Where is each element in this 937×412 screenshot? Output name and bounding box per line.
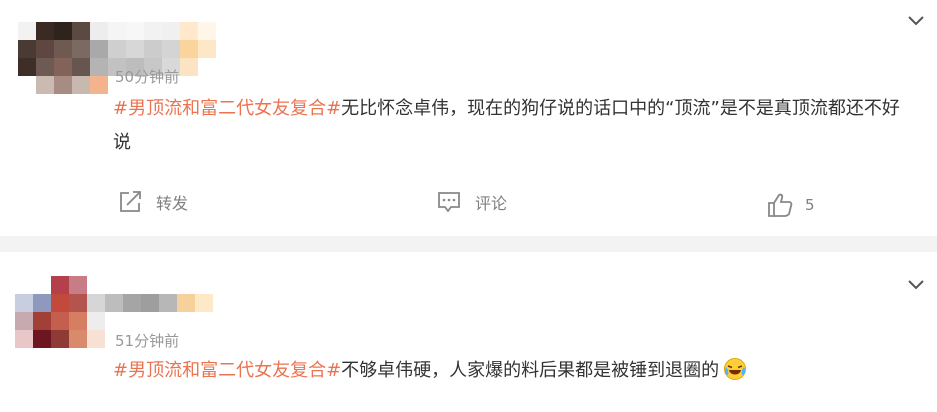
avatar[interactable] xyxy=(15,276,213,348)
post-time: 50分钟前 xyxy=(115,68,180,86)
action-bar: 转发 评论 5 xyxy=(0,188,937,220)
topic-link[interactable]: #男顶流和富二代女友复合# xyxy=(113,360,341,381)
separator xyxy=(0,236,937,252)
repost-label: 转发 xyxy=(156,194,189,213)
comment-card: 51分钟前 #男顶流和富二代女友复合#不够卓伟硬，人家爆的料后果都是被锤到退圈的 xyxy=(0,252,937,412)
comment-body: 不够卓伟硬，人家爆的料后果都是被锤到退圈的 xyxy=(341,360,720,381)
comment-text: #男顶流和富二代女友复合#不够卓伟硬，人家爆的料后果都是被锤到退圈的 xyxy=(113,354,913,393)
like-count: 5 xyxy=(805,196,815,214)
comment-label: 评论 xyxy=(475,194,508,213)
comment-card: 50分钟前 #男顶流和富二代女友复合#无比怀念卓伟，现在的狗仔说的话口中的“顶流… xyxy=(0,0,937,236)
post-time: 51分钟前 xyxy=(115,332,180,350)
comment-icon xyxy=(438,192,460,213)
comment-text: #男顶流和富二代女友复合#无比怀念卓伟，现在的狗仔说的话口中的“顶流”是不是真顶… xyxy=(113,92,913,160)
laughing-tears-emoji xyxy=(723,357,747,393)
repost-icon xyxy=(120,191,141,212)
thumbs-up-icon xyxy=(768,193,793,217)
repost-button[interactable]: 转发 xyxy=(118,190,188,214)
topic-link[interactable]: #男顶流和富二代女友复合# xyxy=(113,98,341,119)
chevron-down-icon[interactable] xyxy=(907,15,925,27)
chevron-down-icon[interactable] xyxy=(907,279,925,291)
like-button[interactable]: 5 xyxy=(767,192,815,218)
comment-button[interactable]: 评论 xyxy=(437,190,507,214)
